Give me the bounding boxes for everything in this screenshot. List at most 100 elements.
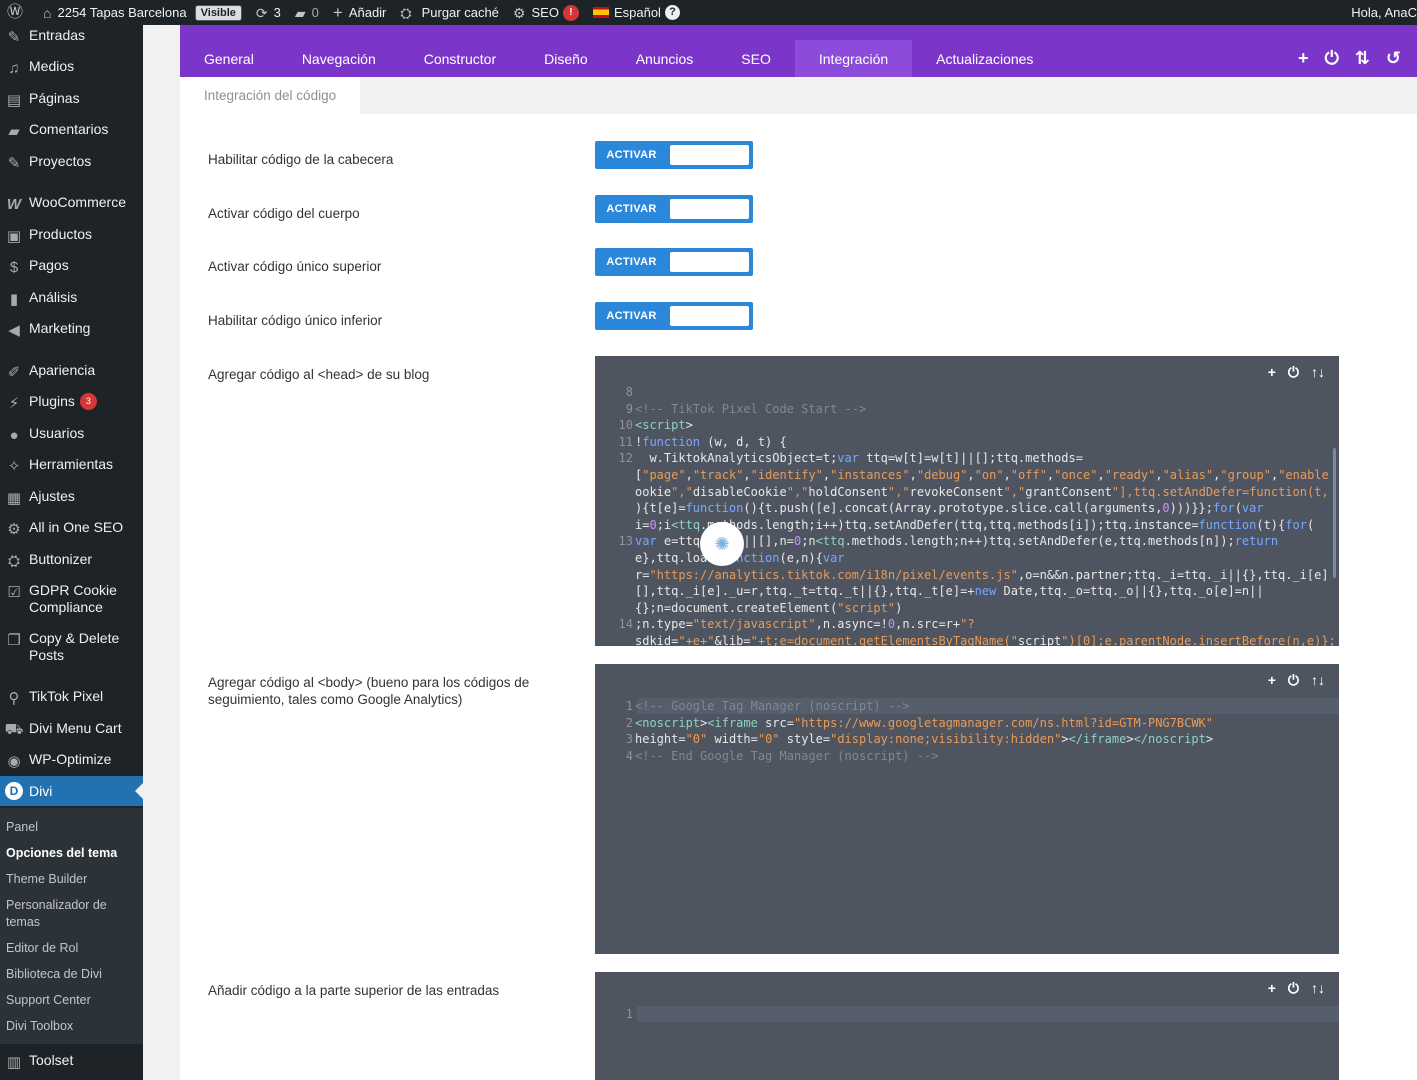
tab-actualizaciones[interactable]: Actualizaciones xyxy=(912,40,1057,77)
power-icon[interactable]: ⏻ xyxy=(1325,48,1339,69)
subtab-integracion-codigo[interactable]: Integración del código xyxy=(180,77,361,114)
top-code-editor[interactable]: 1 + ⏻ ↑↓ xyxy=(595,972,1339,1080)
add-icon[interactable]: + xyxy=(1268,364,1276,381)
site-name-menu[interactable]: ⌂ 2254 Tapas Barcelona Visible xyxy=(36,0,249,25)
language-menu[interactable]: Español ? xyxy=(586,0,687,25)
code-line[interactable]: 12 w.TiktokAnalyticsObject=t;var ttq=w[t… xyxy=(595,450,1339,467)
undo-icon[interactable]: ↺ xyxy=(1386,48,1401,69)
sidebar-item-copy-delete[interactable]: ❐ Copy & Delete Posts xyxy=(0,630,143,664)
code-line[interactable]: r="https://analytics.tiktok.com/i18n/pix… xyxy=(595,567,1339,584)
cache-icon: ⛭ xyxy=(400,4,412,21)
sort-icon[interactable]: ↑↓ xyxy=(1311,980,1325,997)
submenu-editor-de-rol[interactable]: Editor de Rol xyxy=(6,940,136,957)
add-icon[interactable]: + xyxy=(1268,980,1276,997)
sidebar-item-marketing[interactable]: ◀ Marketing xyxy=(0,320,143,340)
sidebar-item-usuarios[interactable]: ● Usuarios xyxy=(0,425,143,445)
code-line[interactable]: 4 <!-- End Google Tag Manager (noscript) … xyxy=(595,748,1339,765)
power-icon[interactable]: ⏻ xyxy=(1288,364,1299,381)
body-code-editor[interactable]: 1 <!-- Google Tag Manager (noscript) --> 2… xyxy=(595,664,1339,954)
sidebar-item-divi[interactable]: D Divi xyxy=(0,776,143,806)
code-line[interactable]: 1 xyxy=(595,1006,1339,1023)
sidebar-item-buttonizer[interactable]: ⛭ Buttonizer xyxy=(0,551,143,571)
code-line[interactable]: 1 <!-- Google Tag Manager (noscript) --> xyxy=(595,698,1339,715)
sidebar-item-all-in-one-seo[interactable]: ⚙ All in One SEO xyxy=(0,519,143,539)
body-code-lines[interactable]: 1 <!-- Google Tag Manager (noscript) --> 2… xyxy=(595,698,1339,764)
sidebar-item-comentarios[interactable]: ▰ Comentarios xyxy=(0,121,143,141)
sidebar-item-gdpr[interactable]: ☑ GDPR Cookie Compliance xyxy=(0,582,143,616)
code-line[interactable]: sdkid="+e+"&lib="+t;e=document.getElemen… xyxy=(595,633,1339,646)
code-line[interactable]: 8 xyxy=(595,384,1339,401)
code-line[interactable]: 3 height="0" width="0" style="display:non… xyxy=(595,731,1339,748)
editor-scrollbar[interactable] xyxy=(1333,448,1336,578)
sidebar-item-divi-menu-cart[interactable]: ⛟ Divi Menu Cart xyxy=(0,720,143,740)
sidebar-item-medios[interactable]: ♫ Medios xyxy=(0,58,143,78)
toggle-knob xyxy=(670,252,749,272)
code-line[interactable]: 10 <script> xyxy=(595,417,1339,434)
top-code-toggle[interactable]: ACTIVAR xyxy=(595,248,753,276)
sidebar-item-herramientas[interactable]: ✧ Herramientas xyxy=(0,456,143,476)
power-icon[interactable]: ⏻ xyxy=(1288,980,1299,997)
sort-icon[interactable]: ↑↓ xyxy=(1311,364,1325,381)
top-code-lines[interactable]: 1 xyxy=(595,1006,1339,1023)
tab-general[interactable]: General xyxy=(180,40,278,77)
submenu-panel[interactable]: Panel xyxy=(6,819,136,836)
submenu-opciones-del-tema[interactable]: Opciones del tema xyxy=(6,845,136,862)
submenu-theme-builder[interactable]: Theme Builder xyxy=(6,871,136,888)
sidebar-item-pagos[interactable]: $ Pagos xyxy=(0,257,143,277)
sidebar-item-entradas[interactable]: ✎ Entradas xyxy=(0,27,143,47)
submenu-support-center[interactable]: Support Center xyxy=(6,992,136,1009)
code-line[interactable]: 14 ;n.type="text/javascript",n.async=!0,n… xyxy=(595,616,1339,633)
seo-menu[interactable]: ⚙ SEO ! xyxy=(506,0,586,25)
code-line[interactable]: 2 <noscript><iframe src="https://www.goog… xyxy=(595,715,1339,732)
sidebar-item-productos[interactable]: ▣ Productos xyxy=(0,226,143,246)
code-line[interactable]: ookie","disableCookie","holdConsent","re… xyxy=(595,484,1339,501)
sidebar-item-woocommerce[interactable]: W WooCommerce xyxy=(0,194,143,214)
code-line[interactable]: [],ttq._i[e]._u=r,ttq._t=ttq._t||{},ttq.… xyxy=(595,583,1339,600)
header-code-toggle[interactable]: ACTIVAR xyxy=(595,141,753,169)
analytics-icon: ▮ xyxy=(9,291,19,308)
sidebar-item-toolset[interactable]: ▥ Toolset xyxy=(0,1052,143,1072)
sidebar-item-proyectos[interactable]: ✎ Proyectos xyxy=(0,153,143,173)
tab-constructor[interactable]: Constructor xyxy=(400,40,520,77)
admin-sidebar: ✎ Entradas ♫ Medios ▤ Páginas ▰ Comentarios … xyxy=(0,25,143,1080)
power-icon[interactable]: ⏻ xyxy=(1288,672,1299,689)
option-label-body-code: Activar código del cuerpo xyxy=(208,206,360,221)
add-icon[interactable]: + xyxy=(1268,672,1276,689)
account-menu[interactable]: Hola, AnaC xyxy=(1344,0,1417,25)
sidebar-item-analisis[interactable]: ▮ Análisis xyxy=(0,289,143,309)
add-new-menu[interactable]: + Añadir xyxy=(326,0,394,25)
submenu-biblioteca[interactable]: Biblioteca de Divi xyxy=(6,966,136,983)
tab-diseno[interactable]: Diseño xyxy=(520,40,612,77)
updates-menu[interactable]: ⟳ 3 xyxy=(249,0,288,25)
purge-cache-menu[interactable]: ⛭ Purgar caché xyxy=(393,0,506,25)
sidebar-item-paginas[interactable]: ▤ Páginas xyxy=(0,90,143,110)
code-line[interactable]: ){t[e]=function(){t.push([e].concat(Arra… xyxy=(595,500,1339,517)
submenu-divi-toolbox[interactable]: Divi Toolbox xyxy=(6,1018,136,1035)
sidebar-item-apariencia[interactable]: ✐ Apariencia xyxy=(0,362,143,382)
body-code-toggle[interactable]: ACTIVAR xyxy=(595,195,753,223)
wp-logo-menu[interactable]: Ⓦ xyxy=(0,0,36,25)
sidebar-item-tiktok-pixel[interactable]: ⚲ TikTok Pixel xyxy=(0,688,143,708)
tab-anuncios[interactable]: Anuncios xyxy=(612,40,718,77)
code-text: <!-- Google Tag Manager (noscript) --> xyxy=(635,699,910,713)
tab-seo[interactable]: SEO xyxy=(717,40,795,77)
submenu-personalizador[interactable]: Personalizador de temas xyxy=(6,897,136,931)
sort-icon[interactable]: ⇅ xyxy=(1355,48,1370,69)
head-code-lines[interactable]: 8 9 <!-- TikTok Pixel Code Start --> 10 <scr… xyxy=(595,384,1339,646)
sidebar-item-wp-optimize[interactable]: ◉ WP-Optimize xyxy=(0,751,143,771)
head-code-editor[interactable]: 8 9 <!-- TikTok Pixel Code Start --> 10 <scr… xyxy=(595,356,1339,646)
sidebar-item-ajustes[interactable]: ▦ Ajustes xyxy=(0,488,143,508)
tab-integracion[interactable]: Integración xyxy=(794,40,913,77)
bottom-code-toggle[interactable]: ACTIVAR xyxy=(595,302,753,330)
code-line[interactable]: 11 !function (w, d, t) { xyxy=(595,434,1339,451)
tab-navegacion[interactable]: Navegación xyxy=(278,40,400,77)
sort-icon[interactable]: ↑↓ xyxy=(1311,672,1325,689)
code-line[interactable]: ["page","track","identify","instances","… xyxy=(595,467,1339,484)
editor-tools: + ⏻ ↑↓ xyxy=(1268,980,1325,997)
sidebar-item-plugins[interactable]: ⚡ Plugins 3 xyxy=(0,393,143,413)
code-line[interactable]: 9 <!-- TikTok Pixel Code Start --> xyxy=(595,401,1339,418)
divi-submenu: Panel Opciones del tema Theme Builder Pe… xyxy=(0,808,143,1044)
comments-menu[interactable]: ▰ 0 xyxy=(288,0,326,25)
add-icon[interactable]: + xyxy=(1298,48,1309,69)
code-line[interactable]: {};n=document.createElement("script") xyxy=(595,600,1339,617)
